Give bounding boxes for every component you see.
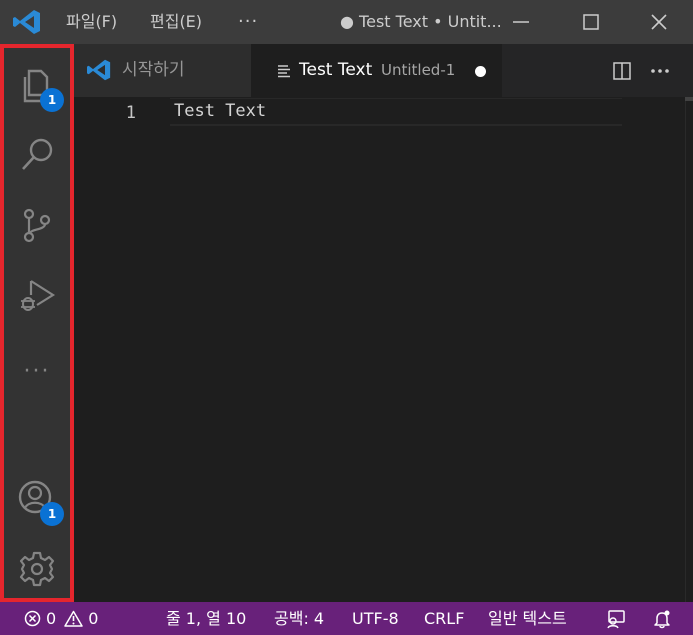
gear-icon [19,551,55,587]
activity-bar: 1 ··· 1 [0,44,74,602]
maximize-button[interactable] [568,0,614,44]
vertical-scrollbar[interactable] [685,97,693,602]
feedback-icon [607,609,625,628]
accounts-badge: 1 [40,502,64,526]
error-count: 0 [46,609,57,628]
split-editor-icon [613,61,631,80]
warning-count: 0 [88,609,99,628]
run-debug-icon [21,280,56,311]
line-number: 1 [125,103,136,123]
tab-test-text[interactable]: Test Text Untitled-1 [251,44,502,97]
warning-icon [64,610,83,627]
explorer-badge: 1 [40,88,64,112]
menu-edit[interactable]: 편집(E) [150,0,202,44]
tab-label: Test Text [299,60,373,80]
more-actions-button[interactable] [642,44,678,97]
activity-accounts[interactable]: 1 [4,462,70,532]
tab-get-started[interactable]: 시작하기 [74,44,251,97]
activity-explorer[interactable]: 1 [4,50,70,120]
text-file-icon [278,65,290,78]
tab-label: 시작하기 [122,60,185,80]
feedback-button[interactable] [606,602,626,635]
status-bar: 0 0 줄 1, 열 10 공백: 4 UTF-8 CRLF 일반 텍스트 [0,602,693,635]
maximize-icon [583,14,599,30]
encoding-status[interactable]: UTF-8 [352,602,399,635]
bell-icon [654,610,670,628]
search-icon [22,138,53,170]
split-editor-button[interactable] [604,44,640,97]
scrollbar-slider[interactable] [685,97,693,101]
ellipsis-icon [651,68,669,73]
menu-file[interactable]: 파일(F) [66,0,117,44]
vscode-logo-icon [13,10,40,34]
vscode-logo-icon [87,59,111,81]
close-icon [651,14,667,30]
error-icon [24,610,41,627]
source-control-icon [23,208,51,243]
code-line[interactable]: Test Text [174,101,266,121]
minimize-icon [513,21,529,23]
editor-tabs: 시작하기 Test Text Untitled-1 [74,44,693,97]
menu-more[interactable]: ··· [238,0,258,44]
eol-status[interactable]: CRLF [424,602,464,635]
minimize-button[interactable] [498,0,544,44]
activity-manage[interactable] [4,534,70,604]
language-mode-status[interactable]: 일반 텍스트 [488,602,567,635]
activity-run-debug[interactable] [4,260,70,330]
tab-description: Untitled-1 [381,61,456,79]
activity-search[interactable] [4,120,70,190]
title-bar: 파일(F) 편집(E) ··· ● Test Text • Untit... [0,0,693,44]
problems-status[interactable]: 0 0 [24,602,98,635]
activity-more[interactable]: ··· [4,336,70,406]
more-icon: ··· [23,358,51,384]
close-button[interactable] [636,0,682,44]
editor-area[interactable]: 1 Test Text [74,97,693,602]
cursor-position[interactable]: 줄 1, 열 10 [166,602,246,635]
window-title: ● Test Text • Untit... [340,12,502,31]
indentation-status[interactable]: 공백: 4 [274,602,324,635]
unsaved-dot-icon[interactable] [475,66,486,77]
notifications-button[interactable] [652,602,672,635]
activity-source-control[interactable] [4,190,70,260]
